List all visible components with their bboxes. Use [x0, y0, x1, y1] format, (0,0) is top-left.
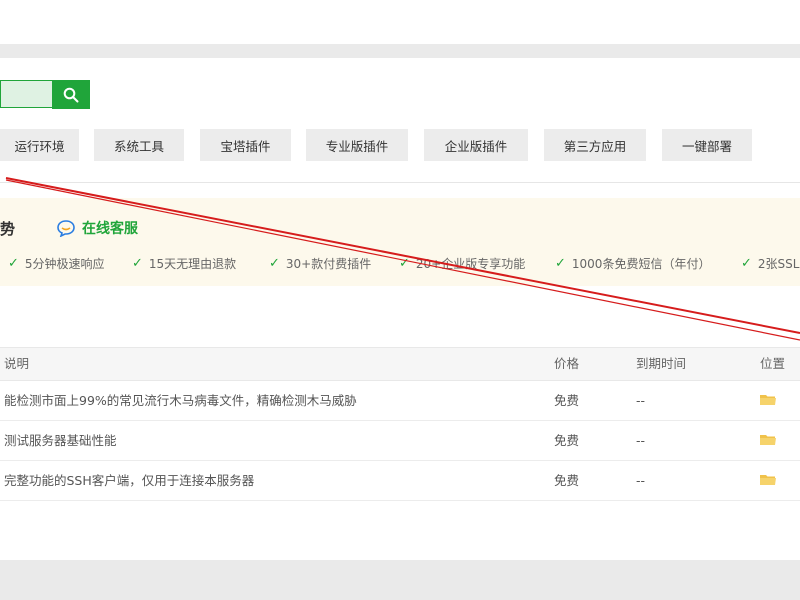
category-tab-pro-plugins[interactable]: 专业版插件: [306, 129, 408, 161]
row-price: 免费: [554, 393, 580, 408]
online-service-link[interactable]: 在线客服: [56, 218, 138, 238]
feature-item: ✓ 30+款付费插件: [269, 255, 371, 272]
feature-item: ✓ 15天无理由退款: [132, 255, 236, 272]
category-tab-third-party[interactable]: 第三方应用: [544, 129, 646, 161]
feature-label: 1000条免费短信（年付）: [571, 257, 711, 271]
bottom-strip: [0, 560, 800, 600]
row-price: 免费: [554, 433, 580, 448]
chat-bubble-icon: [57, 220, 75, 237]
check-icon: ✓: [399, 256, 410, 271]
folder-icon[interactable]: [760, 474, 776, 486]
feature-item: ✓ 5分钟极速响应: [8, 255, 105, 272]
feature-label: 15天无理由退款: [148, 257, 237, 271]
row-desc: 测试服务器基础性能: [4, 433, 117, 448]
check-icon: ✓: [741, 256, 752, 271]
category-tab-one-click-deploy[interactable]: 一键部署: [662, 129, 752, 161]
check-icon: ✓: [8, 256, 19, 271]
online-service-label: 在线客服: [82, 221, 138, 237]
feature-label: 5分钟极速响应: [24, 257, 105, 271]
divider: [0, 182, 800, 183]
category-tab-runtime[interactable]: 运行环境: [0, 129, 79, 161]
table-row: 完整功能的SSH客户端，仅用于连接本服务器 免费 --: [0, 461, 800, 501]
category-tab-bt-plugins[interactable]: 宝塔插件: [200, 129, 291, 161]
search-icon: [63, 87, 79, 102]
feature-item: ✓ 20+企业版专享功能: [399, 255, 525, 272]
category-tab-enterprise-plugins[interactable]: 企业版插件: [424, 129, 528, 161]
column-header-price: 价格: [554, 356, 580, 371]
category-tab-system-tools[interactable]: 系统工具: [94, 129, 184, 161]
table-row: 能检测市面上99%的常见流行木马病毒文件，精确检测木马威胁 免费 --: [0, 381, 800, 421]
column-header-desc: 说明: [4, 356, 30, 371]
row-expire: --: [636, 433, 646, 448]
check-icon: ✓: [555, 256, 566, 271]
check-icon: ✓: [132, 256, 143, 271]
folder-icon[interactable]: [760, 394, 776, 406]
folder-icon[interactable]: [760, 434, 776, 446]
check-icon: ✓: [269, 256, 280, 271]
feature-label: 2张SSL: [757, 257, 800, 271]
advantage-banner: 势 在线客服 ✓ 5分钟极速响应 ✓ 15天无理由退款 ✓ 30+款付费插件 ✓ 20+…: [0, 198, 800, 286]
advantage-title: 势: [0, 220, 16, 238]
row-price: 免费: [554, 473, 580, 488]
table-row: 测试服务器基础性能 免费 --: [0, 421, 800, 461]
search-input[interactable]: [0, 80, 52, 108]
feature-item: ✓ 2张SSL: [741, 255, 799, 272]
column-header-location: 位置: [760, 356, 786, 371]
search-button[interactable]: [52, 80, 90, 109]
table-header: 说明 价格 到期时间 位置: [0, 347, 800, 381]
software-store-panel: 运行环境 系统工具 宝塔插件 专业版插件 企业版插件 第三方应用 一键部署 势 …: [0, 58, 800, 560]
row-expire: --: [636, 473, 646, 488]
feature-label: 30+款付费插件: [285, 257, 372, 271]
row-desc: 完整功能的SSH客户端，仅用于连接本服务器: [4, 473, 255, 488]
top-bar: [0, 0, 800, 44]
feature-item: ✓ 1000条免费短信（年付）: [555, 255, 710, 272]
column-header-expire: 到期时间: [636, 356, 687, 371]
row-expire: --: [636, 393, 646, 408]
feature-label: 20+企业版专享功能: [415, 257, 526, 271]
row-desc: 能检测市面上99%的常见流行木马病毒文件，精确检测木马威胁: [4, 393, 357, 408]
